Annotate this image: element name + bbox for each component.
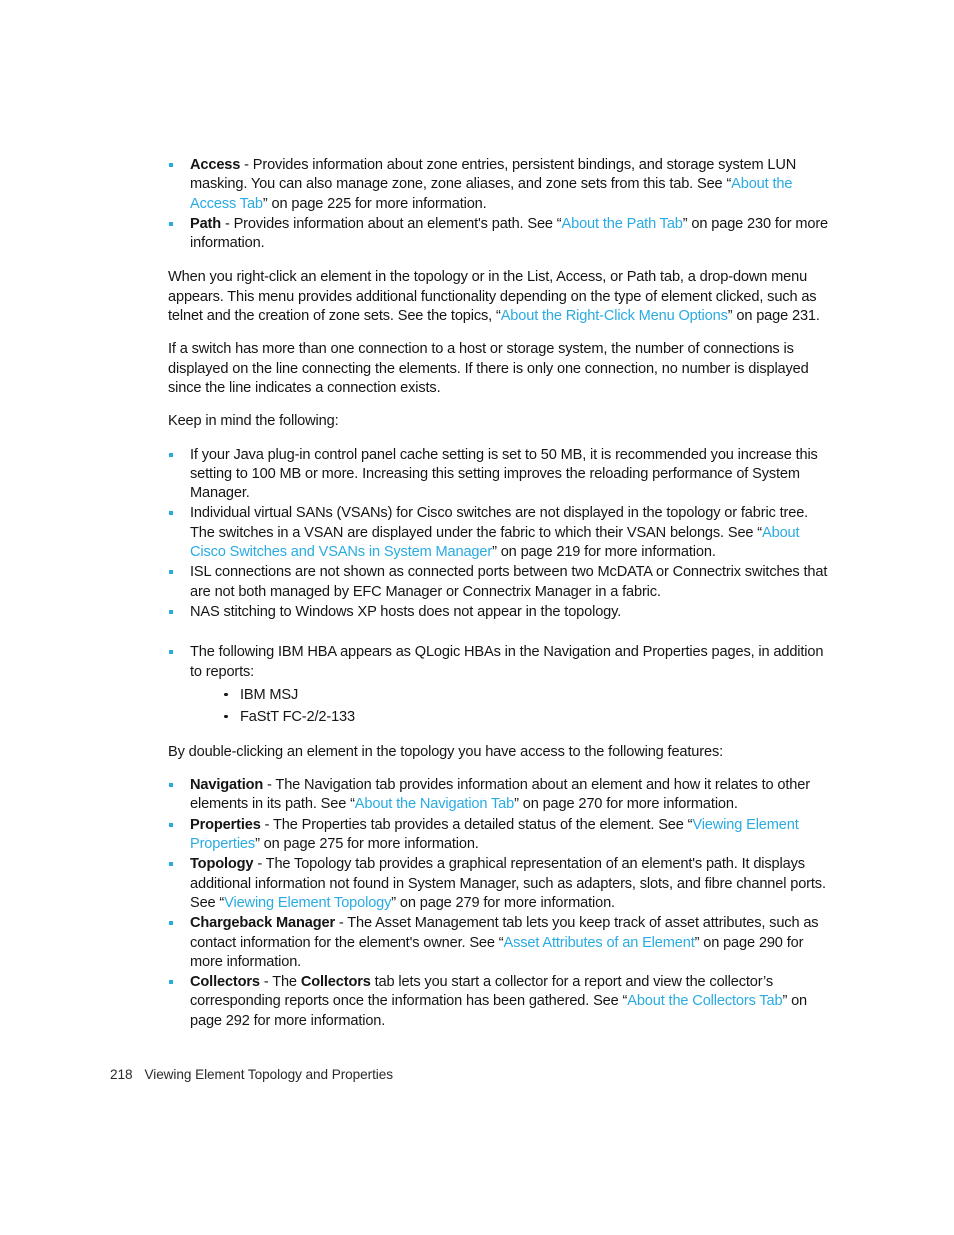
right-click-text-part2: ” on page 231. [727,308,820,325]
dash-separator: - [263,777,276,794]
term-chargeback-manager: Chargeback Manager [190,915,335,932]
list-item-cisco-vsans: Individual virtual SANs (VSANs) for Cisc… [168,504,830,562]
feature-list: Navigation - The Navigation tab provides… [168,776,830,1031]
ibm-hba-list: The following IBM HBA appears as QLogic … [168,643,830,728]
link-asset-attributes-of-an-element[interactable]: Asset Attributes of an Element [503,935,694,951]
list-item-topology: Topology - The Topology tab provides a g… [168,855,830,913]
dash-separator: - [259,974,273,991]
dash-separator: - [221,215,234,232]
sub-list-item-fastt: FaStT FC-2/2-133 [222,706,830,728]
collectors-text-part1: The [272,974,301,991]
navigation-text-part2: ” on page 270 for more information. [514,796,738,813]
ibm-hba-text: The following IBM HBA appears as QLogic … [190,644,824,680]
term-navigation: Navigation [190,777,264,794]
properties-text-part2: ” on page 275 for more information. [255,836,479,853]
dash-separator: - [240,157,253,173]
java-cache-text: If your Java plug-in control panel cache… [190,446,818,502]
paragraph-keep-in-mind: Keep in mind the following: [168,413,339,430]
access-description-part1: Provides information about zone entries,… [190,157,797,193]
link-about-the-navigation-tab[interactable]: About the Navigation Tab [355,796,514,812]
list-item-ibm-hba: The following IBM HBA appears as QLogic … [168,643,830,728]
tab-description-list: Access - Provides information about zone… [168,156,830,253]
isl-connections-text: ISL connections are not shown as connect… [190,564,828,600]
page-footer: 218 Viewing Element Topology and Properti… [110,1066,393,1084]
paragraph-switch-connections: If a switch has more than one connection… [168,341,809,396]
sub-list-item-ibm-msj: IBM MSJ [222,684,830,706]
list-item-collectors: Collectors - The Collectors tab lets you… [168,973,830,1031]
page-content: Access - Provides information about zone… [168,156,830,1032]
topology-text-part2: ” on page 279 for more information. [391,894,615,911]
link-viewing-element-topology[interactable]: Viewing Element Topology [224,895,391,911]
term-properties: Properties [190,816,261,833]
dash-separator: - [253,856,266,873]
document-page: Access - Provides information about zone… [0,0,954,1235]
link-about-the-right-click-menu-options[interactable]: About the Right-Click Menu Options [501,308,728,324]
ibm-hba-sub-list: IBM MSJ FaStT FC-2/2-133 [190,684,830,728]
paragraph-double-click: By double-clicking an element in the top… [168,743,724,760]
list-item-access: Access - Provides information about zone… [168,156,830,214]
access-description-part2: ” on page 225 for more information. [262,195,487,212]
list-item-path: Path - Provides information about an ele… [168,215,830,254]
term-path: Path [190,215,222,232]
list-item-chargeback-manager: Chargeback Manager - The Asset Managemen… [168,914,830,972]
page-number: 218 [110,1067,133,1082]
dash-separator: - [334,915,348,932]
properties-text-part1: The Properties tab provides a detailed s… [273,816,693,833]
term-access: Access [190,157,241,173]
term-collectors-inline: Collectors [300,974,371,991]
list-item-nas-stitching: NAS stitching to Windows XP hosts does n… [168,603,830,622]
list-item-navigation: Navigation - The Navigation tab provides… [168,776,830,815]
keep-in-mind-list: If your Java plug-in control panel cache… [168,446,830,623]
cisco-vsans-text-part2: ” on page 219 for more information. [492,544,716,561]
dash-separator: - [260,816,274,833]
list-item-isl-connections: ISL connections are not shown as connect… [168,563,830,602]
term-collectors: Collectors [190,974,260,991]
footer-chapter-title: Viewing Element Topology and Properties [144,1067,393,1082]
nas-stitching-text: NAS stitching to Windows XP hosts does n… [190,603,622,620]
paragraph-right-click-menu: When you right-click an element in the t… [168,268,830,326]
path-description-part1: Provides information about an element's … [233,215,562,232]
list-item-properties: Properties - The Properties tab provides… [168,816,830,855]
list-item-java-cache: If your Java plug-in control panel cache… [168,446,830,504]
cisco-vsans-text-part1: Individual virtual SANs (VSANs) for Cisc… [190,505,809,541]
link-about-the-path-tab[interactable]: About the Path Tab [562,216,683,232]
term-topology: Topology [190,856,254,873]
link-about-the-collectors-tab[interactable]: About the Collectors Tab [627,993,782,1009]
